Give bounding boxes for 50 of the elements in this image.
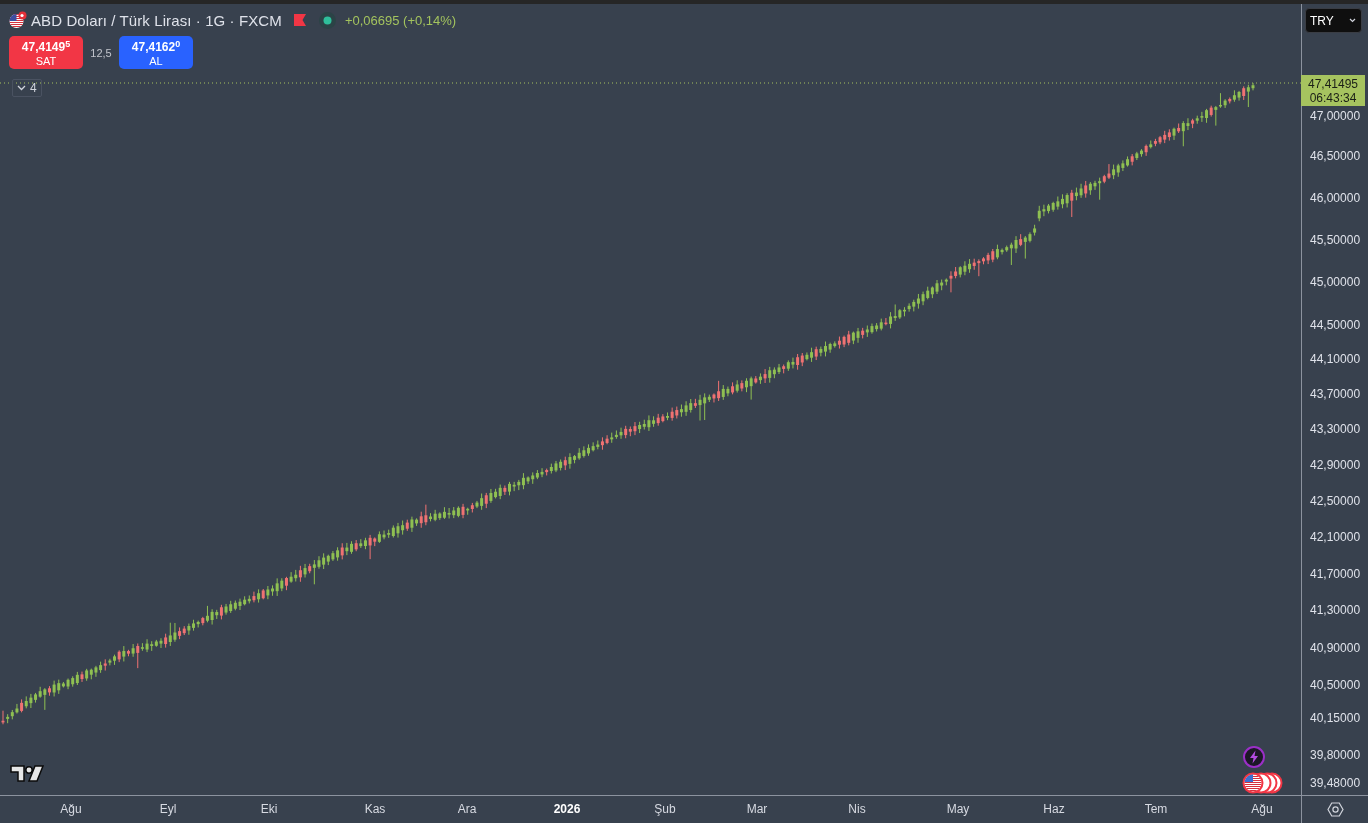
indicators-toggle[interactable]: 4 (12, 79, 42, 97)
status-dot-icon (318, 11, 336, 29)
sell-button[interactable]: 47,4149$^{5}$ SAT (9, 36, 83, 69)
month-label: May (946, 802, 970, 816)
flag-events-icon[interactable] (1242, 772, 1283, 794)
price-label: 45,00000 (1310, 275, 1361, 289)
price-label: 46,00000 (1310, 191, 1361, 205)
price-change: +0,06695 (+0,14%) (344, 12, 457, 28)
price-label: 40,50000 (1310, 678, 1361, 692)
spread-value: 12,5 (89, 46, 113, 59)
flag-icon[interactable] (293, 14, 306, 26)
month-label: Eyl (159, 802, 177, 816)
settings-icon[interactable] (1327, 801, 1344, 818)
month-label: Ara (457, 802, 477, 816)
price-label: 44,10000 (1310, 352, 1361, 366)
price-label: 45,50000 (1310, 233, 1361, 247)
price-label: 43,30000 (1310, 422, 1361, 436)
price-label: 44,50000 (1310, 318, 1361, 332)
month-label: Haz (1043, 802, 1065, 816)
logo-mark[interactable] (10, 765, 44, 782)
last-price: 47,41495 (1307, 76, 1359, 91)
month-label: Tem (1144, 802, 1168, 816)
month-label: Ağu (60, 802, 82, 816)
price-label: 39,80000 (1310, 748, 1361, 762)
month-label: Kas (364, 802, 386, 816)
price-label: 40,15000 (1310, 711, 1361, 725)
month-label: Ağu (1251, 802, 1273, 816)
bar-countdown: 06:43:34 (1309, 90, 1357, 105)
price-label: 40,90000 (1310, 641, 1361, 655)
price-label: 47,00000 (1310, 109, 1361, 123)
price-label: 42,90000 (1310, 458, 1361, 472)
buy-button[interactable]: 47,4162$^{0}$ AL (119, 36, 193, 69)
month-label: Eki (260, 802, 278, 816)
month-label: Şub (654, 802, 676, 816)
lightning-event-icon[interactable] (1243, 746, 1265, 768)
price-label: 39,48000 (1310, 776, 1361, 790)
price-label: 43,70000 (1310, 387, 1361, 401)
flag-badge-icon (9, 11, 27, 29)
price-label: 41,70000 (1310, 567, 1361, 581)
symbol-title[interactable]: ABD Doları / Türk Lirası · 1G · FXCM (31, 11, 282, 29)
chevron-down-icon (1349, 18, 1356, 23)
chevron-down-icon (17, 85, 26, 91)
month-label: Mar (746, 802, 768, 816)
price-label: 42,10000 (1310, 530, 1361, 544)
currency-dropdown[interactable]: TRY (1305, 8, 1362, 33)
price-label: 42,50000 (1310, 494, 1361, 508)
price-label: 41,30000 (1310, 603, 1361, 617)
year-label: 2026 (553, 802, 581, 816)
price-label: 46,50000 (1310, 149, 1361, 163)
month-label: Nis (848, 802, 866, 816)
